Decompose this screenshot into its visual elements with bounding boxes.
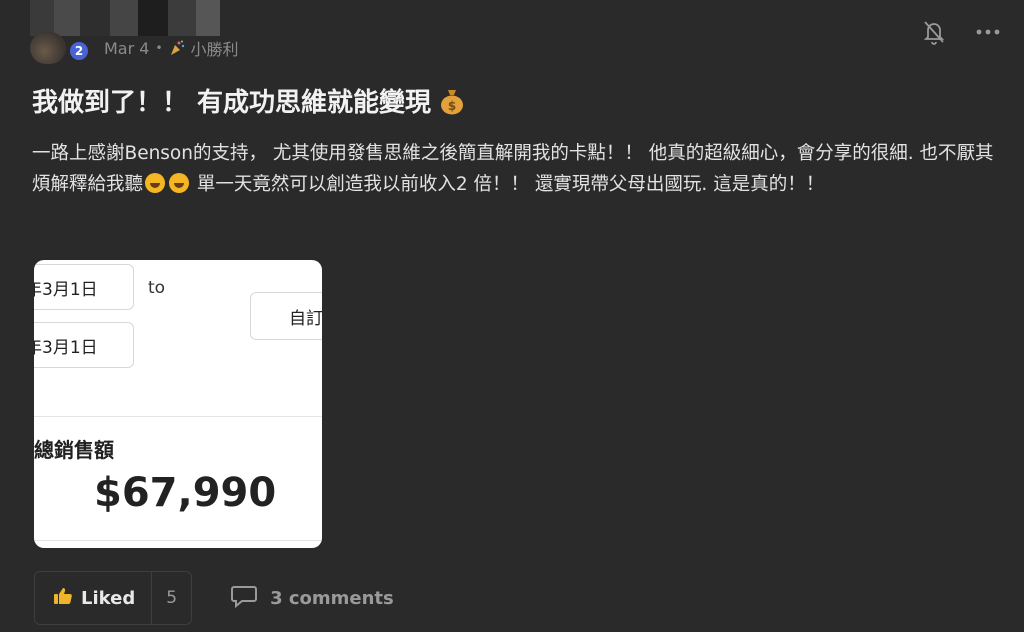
post-body-part2: 單一天竟然可以創造我以前收入2 倍！！ 還實現帶父母出國玩. 這是真的！！ [191, 174, 825, 195]
comments-button[interactable]: 3 comments [230, 584, 394, 613]
post-footer: Liked 5 3 comments [34, 571, 394, 625]
rolling-laughing-emoji [145, 173, 166, 193]
end-date-field: 年3月1日 [34, 322, 134, 368]
money-bag-icon: $ [439, 87, 465, 115]
comments-label: 3 comments [270, 587, 394, 609]
like-label: Liked [81, 587, 136, 609]
total-sales-label: 總銷售額 [34, 438, 114, 462]
divider [34, 416, 322, 417]
rolling-laughing-emoji [169, 173, 190, 193]
post-header: 2 Mar 4 • 小勝利 [30, 32, 239, 64]
start-date-field: 年3月1日 [34, 264, 134, 310]
meta-separator: • [155, 41, 163, 55]
party-popper-icon [169, 40, 185, 56]
custom-range-button: 自訂 [250, 292, 322, 340]
blurred-header-region [30, 0, 230, 36]
post-date[interactable]: Mar 4 [104, 39, 149, 58]
thumbs-up-icon [53, 586, 73, 611]
divider [34, 540, 322, 541]
post-meta: Mar 4 • 小勝利 [104, 36, 239, 60]
user-avatar[interactable] [30, 32, 66, 64]
post-category[interactable]: 小勝利 [191, 36, 239, 60]
svg-text:$: $ [448, 99, 456, 113]
post-title: 我做到了！！ 有成功思維就能變現 $ [32, 82, 465, 119]
comment-icon [230, 584, 258, 613]
like-count[interactable]: 5 [152, 588, 191, 608]
level-badge: 2 [68, 40, 90, 62]
bell-off-icon[interactable] [920, 18, 948, 46]
like-button[interactable]: Liked [35, 572, 153, 624]
total-sales-value: $67,990 [94, 470, 277, 516]
more-horizontal-icon[interactable] [974, 18, 1002, 46]
attachment-image[interactable]: 年3月1日 to 年3月1日 自訂 總銷售額 $67,990 [34, 260, 322, 548]
post-body: 一路上感謝Benson的支持， 尤其使用發售思維之後簡直解開我的卡點！！ 他真的… [32, 138, 1007, 200]
post-title-text: 我做到了！！ 有成功思維就能變現 [32, 88, 432, 118]
like-control: Liked 5 [34, 571, 193, 625]
post-actions [920, 18, 1002, 46]
date-range-to-label: to [148, 278, 166, 298]
